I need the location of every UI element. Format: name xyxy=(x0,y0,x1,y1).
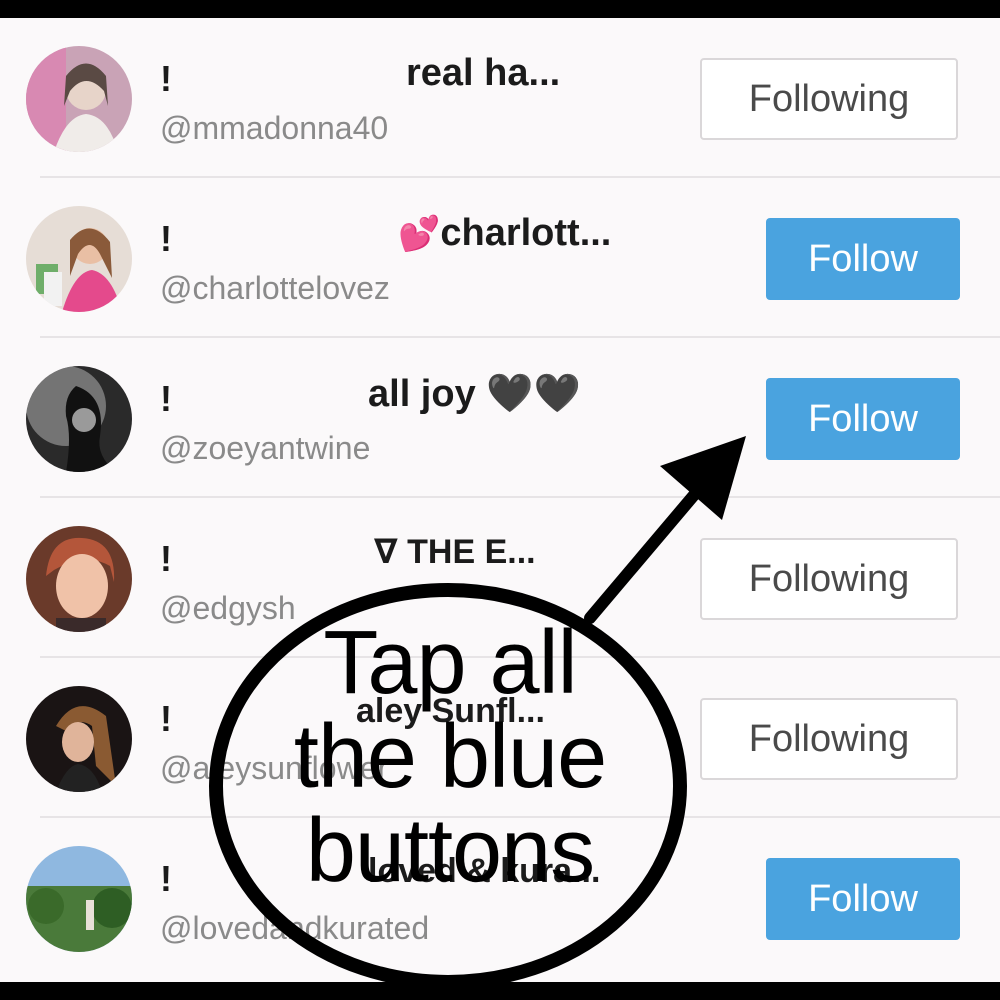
display-name: all joy xyxy=(368,373,476,415)
follow-button[interactable]: Follow xyxy=(766,378,960,460)
user-row-charlottelovez[interactable]: ! 💕charlott... @charlottelovez Follow xyxy=(0,178,1000,338)
user-row-zoeyantwine[interactable]: ! all joy 🖤🖤 @zoeyantwine Follow xyxy=(0,338,1000,498)
tap-instruction-line-3: buttons xyxy=(305,801,595,901)
triangle-icon: ∇ xyxy=(374,533,398,571)
display-name-group: 💕charlott... xyxy=(398,212,611,255)
display-name: real ha... xyxy=(406,52,561,94)
following-button[interactable]: Following xyxy=(700,698,958,780)
avatar[interactable] xyxy=(26,846,132,952)
name-prefix-mark: ! xyxy=(160,378,172,419)
avatar[interactable] xyxy=(26,526,132,632)
tap-instruction-line-2: the blue xyxy=(293,707,607,807)
display-name-group: all joy 🖤🖤 xyxy=(368,372,581,416)
avatar[interactable] xyxy=(26,366,132,472)
avatar[interactable] xyxy=(26,46,132,152)
follow-button[interactable]: Follow xyxy=(766,218,960,300)
name-prefix-mark: ! xyxy=(160,538,172,579)
tap-instruction-line-1: Tap all xyxy=(323,613,577,713)
username[interactable]: @zoeyantwine xyxy=(160,430,370,467)
follow-list-screen: ! real ha... @mmadonna40 Following ! 💕ch… xyxy=(0,18,1000,982)
black-heart-emoji-icon: 🖤🖤 xyxy=(486,373,581,415)
heart-emoji-icon: 💕 xyxy=(398,215,441,253)
tap-instruction-text: Tap all the blue buttons xyxy=(240,616,660,898)
display-name-group: ∇ THE E... xyxy=(374,532,536,572)
display-name: charlott... xyxy=(440,212,612,254)
name-prefix-mark: ! xyxy=(160,698,172,739)
follow-button[interactable]: Follow xyxy=(766,858,960,940)
name-prefix-mark: ! xyxy=(160,58,172,99)
following-button[interactable]: Following xyxy=(700,538,958,620)
avatar[interactable] xyxy=(26,206,132,312)
user-row-mmadonna40[interactable]: ! real ha... @mmadonna40 Following xyxy=(0,18,1000,178)
name-prefix-mark: ! xyxy=(160,218,172,259)
username[interactable]: @charlottelovez xyxy=(160,270,390,307)
display-name: THE E... xyxy=(407,533,536,571)
username[interactable]: @lovedandkurated xyxy=(160,910,429,947)
username[interactable]: @mmadonna40 xyxy=(160,110,388,147)
avatar[interactable] xyxy=(26,686,132,792)
name-prefix-mark: ! xyxy=(160,858,172,899)
following-button[interactable]: Following xyxy=(700,58,958,140)
